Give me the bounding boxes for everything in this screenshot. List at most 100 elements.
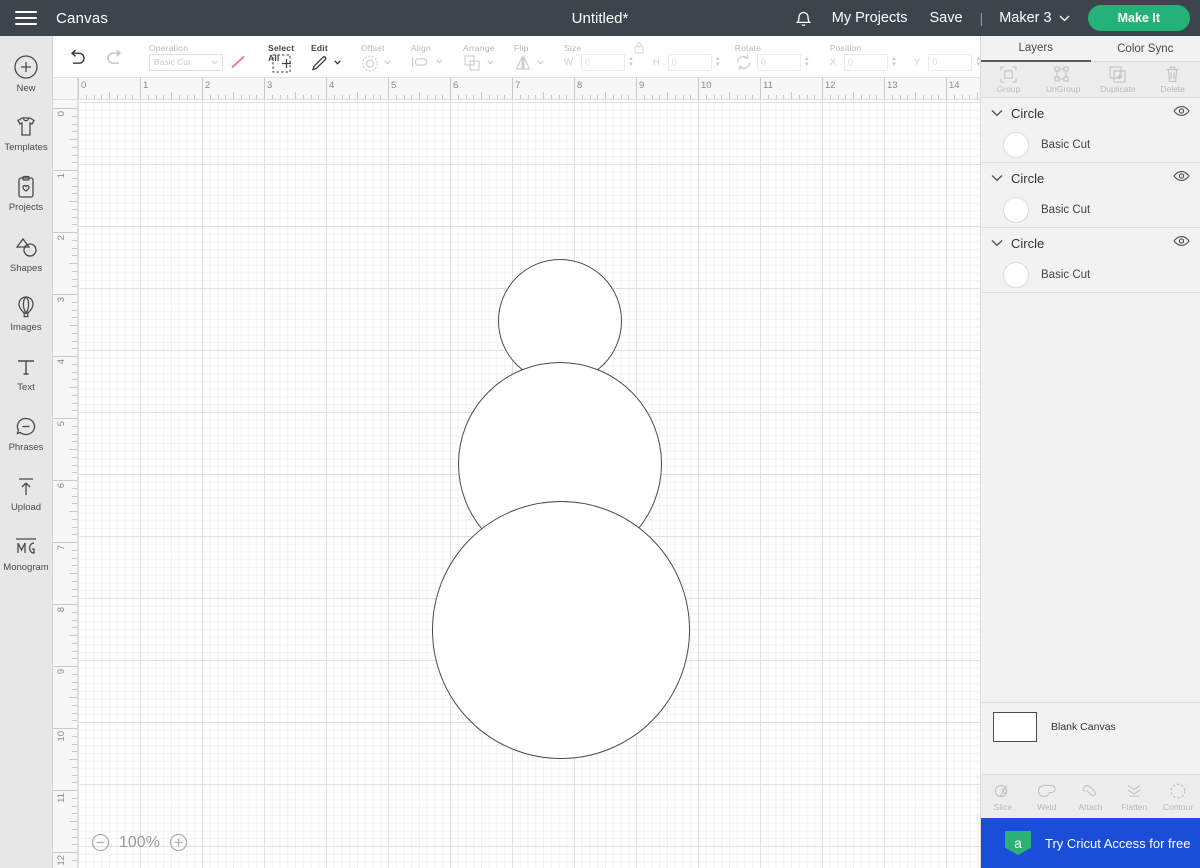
- offset-icon: [362, 55, 378, 71]
- ruler-tick-minor: [72, 456, 77, 458]
- rotate-label: Rotate: [734, 42, 761, 53]
- ruler-tick-minor: [72, 371, 77, 373]
- ruler-tick-minor: [72, 828, 77, 830]
- ruler-tick-minor: [256, 95, 258, 99]
- ruler-tick-minor: [798, 95, 800, 99]
- x-input[interactable]: 0: [844, 53, 889, 71]
- sidebar-item-new[interactable]: New: [0, 44, 53, 104]
- flatten-button[interactable]: Flatten: [1112, 782, 1156, 812]
- contour-button[interactable]: Contour: [1156, 782, 1200, 812]
- layer-color-swatch[interactable]: [1003, 132, 1029, 158]
- tab-layers[interactable]: Layers: [981, 36, 1091, 62]
- ruler-tick-major: [884, 78, 885, 99]
- layer-color-swatch[interactable]: [1003, 262, 1029, 288]
- layer-child[interactable]: Basic Cut: [981, 128, 1200, 162]
- notification-bell-icon[interactable]: [787, 0, 821, 36]
- ruler-tick-minor: [69, 387, 77, 388]
- ruler-tick-minor: [72, 154, 77, 156]
- layer-child-label: Basic Cut: [1041, 139, 1091, 151]
- horizontal-ruler[interactable]: 0 1 2 3 4 5 6 7 8 9 10 11 12 13 14: [78, 78, 980, 100]
- operation-label: Operation: [149, 42, 189, 53]
- height-input[interactable]: 0: [667, 53, 712, 71]
- x-stepper[interactable]: ▲ ▼: [891, 56, 897, 68]
- machine-selector[interactable]: Maker 3: [989, 10, 1075, 26]
- sidebar-item-upload[interactable]: Upload: [0, 464, 53, 524]
- canvas-layer-row[interactable]: Blank Canvas: [981, 702, 1200, 750]
- ruler-tick-minor: [899, 95, 901, 99]
- sidebar-item-monogram[interactable]: Monogram: [0, 524, 53, 584]
- ruler-label: 12: [56, 855, 67, 866]
- panel-tabs: Layers Color Sync: [981, 36, 1200, 62]
- ruler-tick-minor: [72, 115, 77, 117]
- duplicate-button[interactable]: Duplicate: [1091, 65, 1146, 94]
- rotate-input[interactable]: 0: [756, 53, 801, 71]
- tab-color-sync[interactable]: Color Sync: [1090, 36, 1200, 62]
- ruler-tick-minor: [310, 95, 312, 99]
- hamburger-icon[interactable]: [0, 0, 52, 36]
- ruler-label: 4: [56, 359, 67, 365]
- header-canvas-label[interactable]: Canvas: [56, 10, 108, 27]
- ruler-tick-minor: [729, 92, 730, 99]
- ruler-tick-major: [388, 78, 389, 99]
- sidebar-item-projects[interactable]: Projects: [0, 164, 53, 224]
- make-it-button[interactable]: Make It: [1087, 5, 1190, 31]
- sidebar-item-phrases[interactable]: Phrases: [0, 404, 53, 464]
- ruler-tick-minor: [395, 95, 397, 99]
- lock-icon[interactable]: [634, 41, 645, 59]
- chevron-down-icon[interactable]: [991, 174, 1007, 182]
- cricut-access-promo[interactable]: a Try Cricut Access for free: [981, 818, 1200, 868]
- ruler-tick-minor: [72, 720, 77, 722]
- layer-color-swatch[interactable]: [1003, 197, 1029, 223]
- layer-child[interactable]: Basic Cut: [981, 193, 1200, 227]
- paperclip-icon: [1083, 784, 1097, 796]
- contour-label: Contour: [1162, 801, 1194, 812]
- width-input[interactable]: 0: [580, 53, 625, 71]
- save-button[interactable]: Save: [919, 10, 974, 26]
- circle-large[interactable]: [432, 501, 690, 759]
- canvas-grid[interactable]: [78, 100, 980, 868]
- layer-header[interactable]: Circle: [981, 163, 1200, 193]
- delete-button[interactable]: Delete: [1145, 66, 1200, 94]
- sidebar-item-text[interactable]: Text: [0, 344, 53, 404]
- eye-icon[interactable]: [1173, 104, 1190, 122]
- eye-icon[interactable]: [1173, 169, 1190, 187]
- layer-header[interactable]: Circle: [981, 98, 1200, 128]
- vertical-ruler[interactable]: 0 1 2 3 4 5 6 7 8 9 10 11 12: [53, 100, 78, 868]
- ruler-tick-minor: [69, 573, 77, 574]
- attach-button[interactable]: Attach: [1069, 782, 1113, 812]
- eye-icon[interactable]: [1173, 234, 1190, 252]
- undo-icon[interactable]: [67, 49, 87, 65]
- delete-label: Delete: [1160, 83, 1185, 94]
- ruler-tick-minor: [72, 836, 77, 838]
- ruler-tick-minor: [860, 95, 862, 99]
- rotate-stepper[interactable]: ▲ ▼: [804, 56, 810, 68]
- ruler-tick-minor: [69, 511, 77, 512]
- chevron-down-icon[interactable]: [991, 239, 1007, 247]
- ruler-tick-minor: [72, 689, 77, 691]
- operation-select[interactable]: Basic Cut: [149, 53, 223, 71]
- layer-child[interactable]: Basic Cut: [981, 258, 1200, 292]
- align-icon: [411, 56, 428, 67]
- ruler-tick-minor: [72, 410, 77, 412]
- y-input[interactable]: 0: [928, 53, 973, 71]
- ruler-tick-minor: [434, 95, 436, 99]
- ruler-label: 10: [56, 731, 67, 742]
- my-projects-link[interactable]: My Projects: [821, 10, 919, 26]
- layer-name: Circle: [1011, 170, 1045, 186]
- redo-icon[interactable]: [105, 49, 125, 65]
- sidebar-item-templates[interactable]: Templates: [0, 104, 53, 164]
- sidebar-item-images[interactable]: Images: [0, 284, 53, 344]
- ruler-tick-minor: [643, 95, 645, 99]
- ruler-tick-minor: [481, 92, 482, 99]
- height-stepper[interactable]: ▲ ▼: [715, 56, 721, 68]
- chevron-down-icon[interactable]: [991, 109, 1007, 117]
- operation-color-swatch[interactable]: [228, 54, 248, 71]
- canvas-color-swatch[interactable]: [993, 711, 1037, 742]
- ungroup-button[interactable]: UnGroup: [1036, 65, 1091, 94]
- group-button[interactable]: Group: [981, 65, 1036, 94]
- sidebar-item-shapes[interactable]: Shapes: [0, 224, 53, 284]
- layer-header[interactable]: Circle: [981, 228, 1200, 258]
- ruler-tick-minor: [651, 95, 653, 99]
- slice-button[interactable]: Slice: [981, 782, 1025, 812]
- weld-button[interactable]: Weld: [1025, 782, 1069, 812]
